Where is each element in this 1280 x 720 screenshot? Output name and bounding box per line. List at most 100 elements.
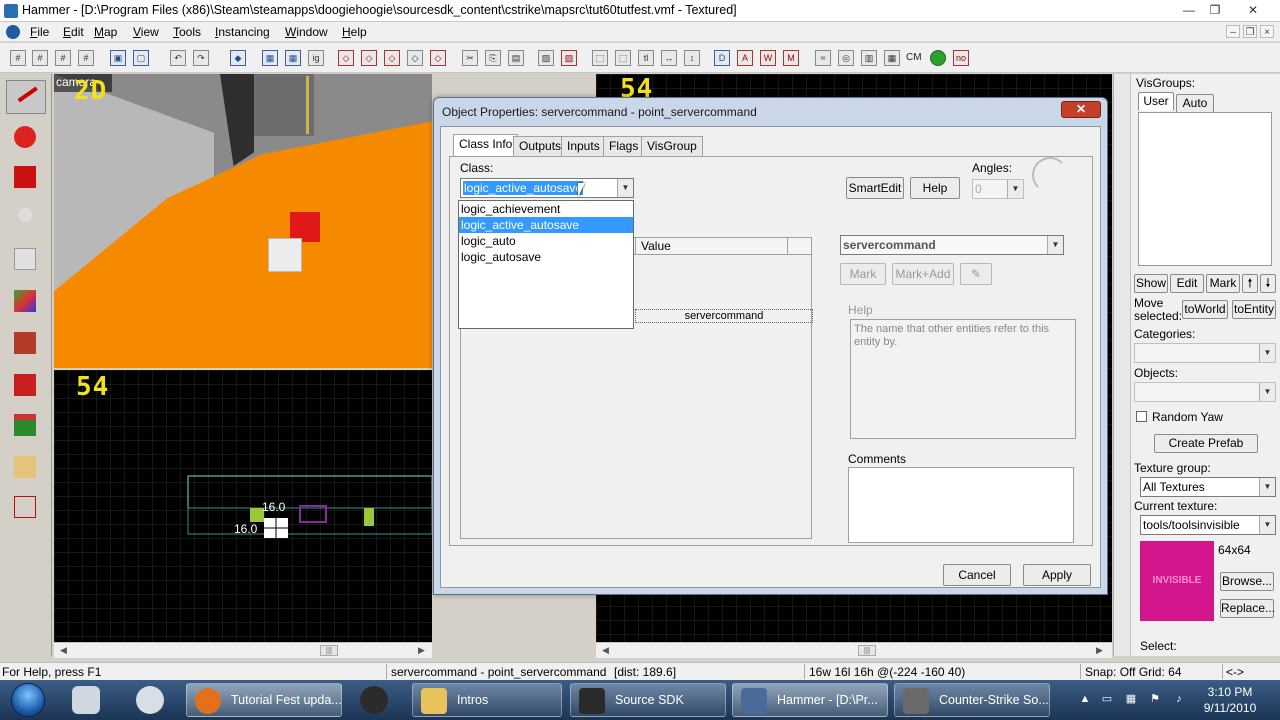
class-dropdown-list[interactable]: logic_achievement logic_active_autosave … bbox=[458, 200, 634, 329]
scroll-left-arrow[interactable]: ◀ bbox=[602, 645, 609, 656]
to-world-button[interactable]: toWorld bbox=[1182, 300, 1228, 319]
mark-button[interactable]: Mark bbox=[1206, 274, 1240, 293]
keyvalue-row-name[interactable]: servercommand bbox=[635, 309, 813, 323]
comments-field[interactable] bbox=[848, 467, 1074, 543]
audacity-icon[interactable] bbox=[128, 684, 172, 716]
pointfile-icon[interactable]: ≈ bbox=[815, 50, 831, 66]
make-hollow-icon[interactable]: ◇ bbox=[361, 50, 377, 66]
overlay-icon[interactable]: ◇ bbox=[430, 50, 446, 66]
mark-add-button[interactable]: Mark+Add bbox=[892, 263, 954, 285]
volume-icon[interactable]: ♪ bbox=[1172, 692, 1186, 706]
current-texture-select[interactable]: tools/toolsinvisible ▼ bbox=[1140, 515, 1276, 535]
check-problems-icon[interactable]: A bbox=[737, 50, 753, 66]
eyedropper-icon[interactable]: ✎ bbox=[960, 263, 992, 285]
vertex-tool[interactable] bbox=[6, 490, 46, 524]
move-down-icon[interactable]: 🠗 bbox=[1260, 274, 1276, 293]
tab-auto[interactable]: Auto bbox=[1176, 94, 1214, 113]
right-viewport-scrollbar[interactable]: ◀ ||| ▶ bbox=[596, 642, 1112, 658]
entity-tool[interactable] bbox=[6, 202, 46, 236]
tab-visgroup[interactable]: VisGroup bbox=[641, 136, 703, 156]
texture-scale-lock-icon[interactable]: ▨ bbox=[561, 50, 577, 66]
minimize-button[interactable]: — bbox=[1178, 2, 1200, 18]
smartedit-button[interactable]: SmartEdit bbox=[846, 177, 904, 199]
group-icon[interactable]: ▣ bbox=[110, 50, 126, 66]
clipping-tool[interactable] bbox=[6, 450, 46, 484]
chevron-down-icon[interactable]: ▼ bbox=[1259, 478, 1275, 496]
clock[interactable]: 3:10 PM 9/11/2010 bbox=[1198, 684, 1262, 716]
scroll-thumb[interactable]: ||| bbox=[320, 645, 338, 656]
edit-button[interactable]: Edit bbox=[1170, 274, 1204, 293]
block-tool[interactable] bbox=[6, 242, 46, 276]
chevron-down-icon[interactable]: ▼ bbox=[1007, 180, 1023, 198]
menu-view[interactable]: View bbox=[133, 25, 159, 39]
class-option[interactable]: logic_achievement bbox=[459, 201, 633, 217]
scroll-right-arrow[interactable]: ▶ bbox=[1096, 645, 1103, 656]
tab-inputs[interactable]: Inputs bbox=[561, 136, 606, 156]
load-window-state-icon[interactable]: ◆ bbox=[230, 50, 246, 66]
top-2d-viewport[interactable]: 54 16.0 16.0 bbox=[54, 370, 432, 642]
value-combo[interactable]: servercommand ▼ bbox=[840, 235, 1064, 255]
visgroup-list[interactable] bbox=[1138, 112, 1272, 266]
flip-vertical-icon[interactable]: ↕ bbox=[684, 50, 700, 66]
vertex-icon[interactable]: ◇ bbox=[407, 50, 423, 66]
paste-icon[interactable]: ▤ bbox=[508, 50, 524, 66]
grid-3d-icon[interactable]: # bbox=[78, 50, 94, 66]
carve-icon[interactable]: ◇ bbox=[338, 50, 354, 66]
tab-user[interactable]: User bbox=[1138, 92, 1174, 111]
ungroup-icon[interactable]: ▢ bbox=[133, 50, 149, 66]
help-button[interactable]: Help bbox=[910, 177, 960, 199]
texture-lock-icon[interactable]: ▨ bbox=[538, 50, 554, 66]
document-icon[interactable] bbox=[6, 25, 20, 39]
select-box-icon[interactable]: ⬚ bbox=[592, 50, 608, 66]
class-select[interactable]: logic_active_autosave ▼ bbox=[460, 178, 634, 198]
apply-button[interactable]: Apply bbox=[1023, 564, 1091, 586]
action-center-icon[interactable]: ⚑ bbox=[1148, 692, 1162, 706]
copy-icon[interactable]: ⎘ bbox=[485, 50, 501, 66]
replace-button[interactable]: Replace... bbox=[1220, 599, 1275, 618]
tab-flags[interactable]: Flags bbox=[603, 136, 645, 156]
close-button[interactable]: ✕ bbox=[1242, 2, 1264, 18]
mdi-minimize-button[interactable]: – bbox=[1226, 25, 1240, 38]
run-map-icon[interactable]: W bbox=[760, 50, 776, 66]
apply-texture-tool[interactable] bbox=[6, 326, 46, 360]
angle-dial[interactable] bbox=[1032, 157, 1068, 193]
class-option-selected[interactable]: logic_active_autosave bbox=[459, 217, 633, 233]
flip-horizontal-icon[interactable]: ↔ bbox=[661, 50, 677, 66]
class-option[interactable]: logic_auto bbox=[459, 233, 633, 249]
decal-tool[interactable] bbox=[6, 368, 46, 402]
to-entity-button[interactable]: toEntity bbox=[1232, 300, 1276, 319]
hide-unselected-icon[interactable]: ▦ bbox=[285, 50, 301, 66]
random-yaw-checkbox[interactable] bbox=[1136, 411, 1147, 422]
steam-icon[interactable] bbox=[352, 684, 396, 716]
grid-larger-icon[interactable]: # bbox=[55, 50, 71, 66]
cancel-button[interactable]: Cancel bbox=[943, 564, 1011, 586]
snipping-tool-icon[interactable] bbox=[64, 684, 108, 716]
angles-input[interactable]: 0 ▼ bbox=[972, 179, 1024, 199]
show-button[interactable]: Show bbox=[1134, 274, 1168, 293]
vertical-scrollbar[interactable] bbox=[1114, 74, 1131, 656]
show-all-icon[interactable]: ig bbox=[308, 50, 324, 66]
task-firefox[interactable]: Tutorial Fest upda... bbox=[186, 683, 342, 717]
chevron-down-icon[interactable]: ▼ bbox=[617, 179, 633, 197]
chevron-down-icon[interactable]: ▼ bbox=[1259, 516, 1275, 534]
cordon-icon[interactable]: ▦ bbox=[884, 50, 900, 66]
scroll-right-arrow[interactable]: ▶ bbox=[418, 645, 425, 656]
entity-report-icon[interactable]: D bbox=[714, 50, 730, 66]
menu-edit[interactable]: Edit bbox=[63, 25, 84, 39]
hide-selected-icon[interactable]: ▦ bbox=[262, 50, 278, 66]
chevron-down-icon[interactable]: ▼ bbox=[1259, 344, 1275, 362]
menu-file[interactable]: File bbox=[30, 25, 49, 39]
magnify-tool[interactable] bbox=[6, 120, 46, 154]
clip-icon[interactable]: ◇ bbox=[384, 50, 400, 66]
mdi-restore-button[interactable]: ❐ bbox=[1243, 25, 1257, 38]
menu-map[interactable]: Map bbox=[94, 25, 117, 39]
categories-select[interactable]: ▼ bbox=[1134, 343, 1276, 363]
camera-tool[interactable] bbox=[6, 160, 46, 194]
move-up-icon[interactable]: 🠕 bbox=[1242, 274, 1258, 293]
keyboard-tray-icon[interactable]: ▦ bbox=[1124, 692, 1138, 706]
overlay-tool[interactable] bbox=[6, 408, 46, 442]
redo-icon[interactable]: ↷ bbox=[193, 50, 209, 66]
class-option[interactable]: logic_autosave bbox=[459, 249, 633, 265]
grid-smaller-icon[interactable]: # bbox=[32, 50, 48, 66]
tab-outputs[interactable]: Outputs bbox=[513, 136, 568, 156]
